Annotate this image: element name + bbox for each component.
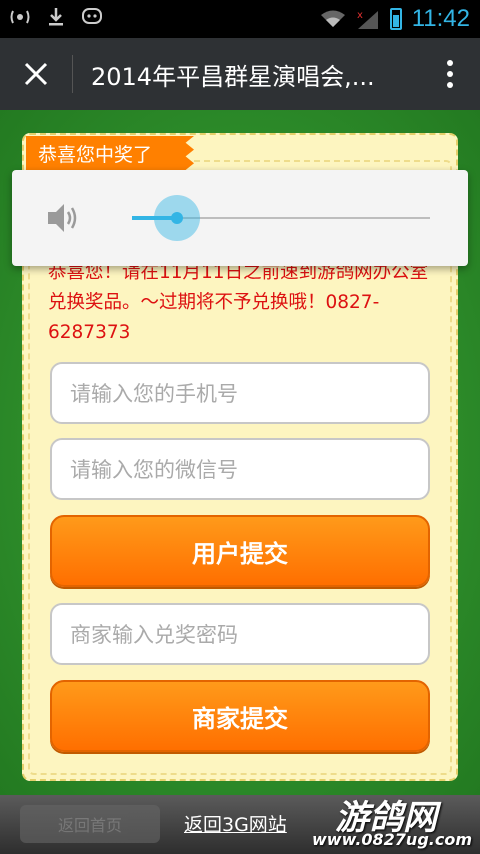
watermark-url: www.0827ug.com: [312, 830, 472, 849]
notification-icons: [10, 8, 102, 30]
battery-icon: [389, 8, 402, 30]
wifi-icon: [320, 10, 345, 27]
usb-debug-icon: [10, 8, 30, 30]
wechat-input[interactable]: 请输入您的微信号: [50, 438, 430, 500]
merchant-submit-button[interactable]: 商家提交: [50, 680, 430, 752]
volume-slider-thumb[interactable]: [153, 195, 200, 241]
more-vert-icon: [447, 60, 453, 88]
close-button[interactable]: [0, 38, 72, 110]
close-icon: [24, 62, 48, 86]
title-bar: 2014年平昌群星演唱会,...: [0, 38, 480, 110]
prize-message: 恭喜您！请在11月11日之前速到游鸽网办公室兑换奖品。～过期将不予兑换哦！082…: [48, 262, 429, 343]
download-icon: [48, 8, 64, 30]
volume-slider[interactable]: [132, 195, 430, 241]
congrats-tab: 恭喜您中奖了: [26, 136, 194, 170]
merchant-code-input[interactable]: 商家输入兑奖密码: [50, 603, 430, 665]
clock: 11:42: [411, 5, 470, 32]
footer-ghost-button[interactable]: 返回首页: [20, 805, 160, 843]
page-title: 2014年平昌群星演唱会,...: [91, 62, 375, 91]
volume-popup: [12, 170, 468, 266]
speaker-icon: [48, 204, 77, 232]
svg-text:x: x: [357, 10, 363, 21]
back-to-3g-link[interactable]: 返回3G网站: [184, 810, 287, 837]
status-bar: x 11:42: [0, 0, 480, 38]
phone-input[interactable]: 请输入您的手机号: [50, 362, 430, 424]
system-icons: x 11:42: [320, 5, 470, 33]
message-icon: [82, 8, 102, 30]
signal-icon: x: [357, 10, 378, 29]
more-options-button[interactable]: [420, 38, 480, 110]
user-submit-button[interactable]: 用户提交: [50, 515, 430, 587]
